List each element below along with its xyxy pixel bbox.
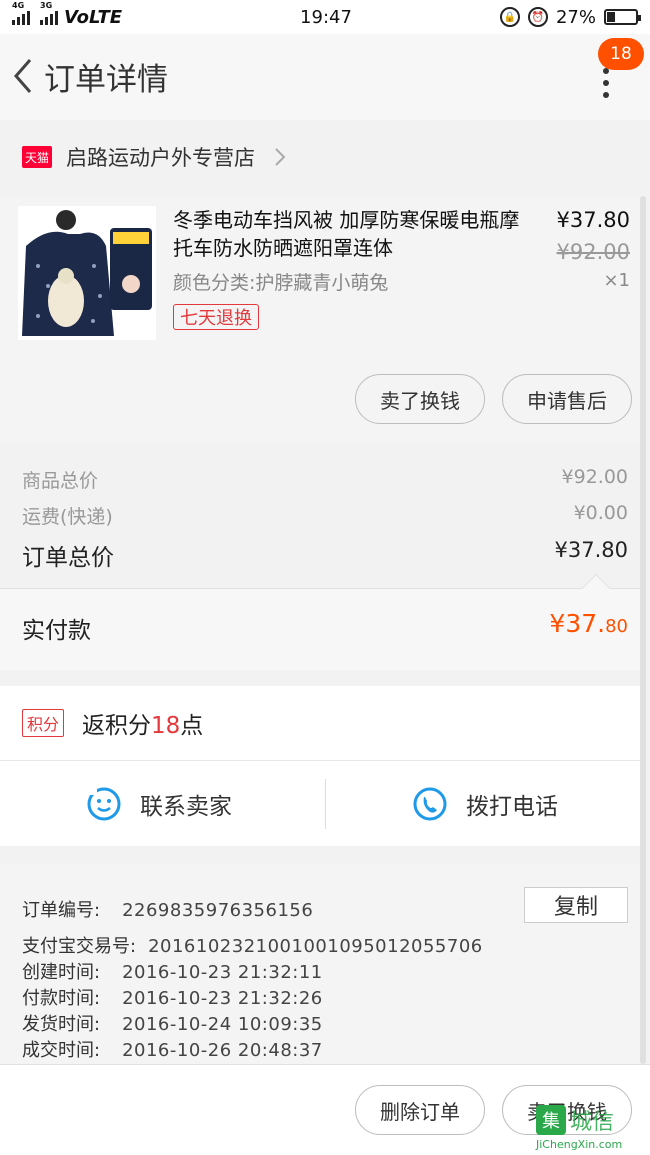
watermark-url: JiChengXin.com [536, 1138, 623, 1151]
page-title: 订单详情 [44, 62, 168, 98]
created-time-line: 创建时间: 2016-10-23 21:32:11 [22, 962, 323, 983]
product-sku: 颜色分类:护脖藏青小萌兔 [173, 272, 389, 294]
shipped-time-line: 发货时间: 2016-10-24 10:09:35 [22, 1014, 323, 1035]
watermark-text: 城信 [570, 1110, 615, 1135]
caret-up-icon [581, 573, 611, 603]
completed-time-line: 成交时间: 2016-10-26 20:48:37 [22, 1040, 323, 1061]
contact-seller-label: 联系卖家 [140, 794, 232, 820]
actual-payment-row: 实付款 ¥37.80 [0, 573, 640, 670]
product-quantity: ×1 [603, 270, 630, 291]
delete-order-button[interactable]: 删除订单 [355, 1085, 485, 1135]
scrollbar[interactable] [640, 196, 646, 1064]
alarm-icon: ⏰ [527, 7, 548, 27]
more-menu-icon[interactable] [596, 68, 616, 98]
paid-time-line: 付款时间: 2016-10-23 21:32:26 [22, 988, 323, 1009]
tmall-icon: 天猫 [22, 146, 52, 168]
chat-smile-icon [87, 787, 121, 821]
signal-3g-icon: 3G [40, 1, 58, 25]
order-total-value: ¥37.80 [554, 538, 628, 562]
signal-4g-icon: 4G [12, 1, 30, 25]
product-original-price: ¥92.00 [556, 240, 630, 264]
goods-total-value: ¥92.00 [561, 466, 628, 488]
copy-button[interactable]: 复制 [524, 887, 628, 923]
points-text: 返积分18点 [82, 713, 204, 739]
call-phone-button[interactable]: 拨打电话 [412, 761, 558, 847]
back-arrow-icon[interactable] [10, 56, 40, 96]
order-total-row: 订单总价 ¥37.80 [22, 538, 628, 572]
goods-total-row: 商品总价 ¥92.00 [22, 466, 628, 493]
watermark-logo-icon: 集 [536, 1105, 566, 1135]
rotation-lock-icon: 🔒 [499, 7, 520, 27]
status-bar: 4G 3G VoLTE 19:47 🔒 ⏰ 27% [0, 0, 650, 34]
points-tag: 积分 [22, 709, 65, 737]
site-watermark: 集 城信 JiChengXin.com [536, 1104, 650, 1155]
shipping-row: 运费(快递) ¥0.00 [22, 502, 628, 529]
actual-payment-value: ¥37.80 [549, 609, 628, 638]
volte-label: VoLTE [64, 6, 123, 28]
seven-day-return-tag: 七天退换 [173, 304, 259, 330]
product-title[interactable]: 冬季电动车挡风被 加厚防寒保暖电瓶摩托车防水防晒遮阳罩连体 [173, 206, 533, 262]
message-count-badge[interactable]: 18 [598, 38, 644, 70]
nav-header: 订单详情 18 [0, 34, 650, 120]
battery-percent: 27% [555, 6, 596, 28]
sell-for-cash-button[interactable]: 卖了换钱 [355, 374, 485, 424]
product-image[interactable] [18, 206, 156, 340]
status-time: 19:47 [300, 6, 352, 28]
goods-total-label: 商品总价 [22, 470, 99, 492]
points-row: 积分 返积分18点 [0, 686, 640, 760]
alipay-trade-number-line: 支付宝交易号: 2016102321001001095012055706 [22, 936, 483, 957]
price-summary: 商品总价 ¥92.00 运费(快递) ¥0.00 订单总价 ¥37.80 实付款… [0, 444, 640, 670]
call-phone-label: 拨打电话 [466, 794, 558, 820]
contact-seller-button[interactable]: 联系卖家 [86, 761, 232, 847]
battery-icon [604, 9, 641, 25]
contact-row: 联系卖家 拨打电话 [0, 760, 640, 846]
status-right: 🔒 ⏰ 27% [499, 6, 641, 28]
actual-payment-label: 实付款 [22, 618, 91, 644]
shipping-value: ¥0.00 [573, 502, 628, 524]
order-total-label: 订单总价 [22, 545, 114, 571]
phone-icon [413, 787, 447, 821]
order-number-line: 订单编号: 2269835976356156 [22, 900, 314, 921]
shipping-label: 运费(快递) [22, 506, 113, 528]
order-info: 订单编号: 2269835976356156 复制 支付宝交易号: 20161023… [0, 864, 640, 1064]
product-card[interactable]: 冬季电动车挡风被 加厚防寒保暖电瓶摩托车防水防晒遮阳罩连体 ¥37.80 ¥92… [0, 196, 640, 444]
shop-name[interactable]: 启路运动户外专营店 [66, 142, 255, 172]
apply-aftersale-button[interactable]: 申请售后 [502, 374, 632, 424]
status-left: 4G 3G VoLTE [12, 1, 212, 28]
shop-row[interactable]: 天猫 启路运动户外专营店 [0, 121, 650, 193]
divider [325, 779, 326, 829]
product-price: ¥37.80 [556, 208, 630, 232]
chevron-right-icon [275, 148, 286, 166]
